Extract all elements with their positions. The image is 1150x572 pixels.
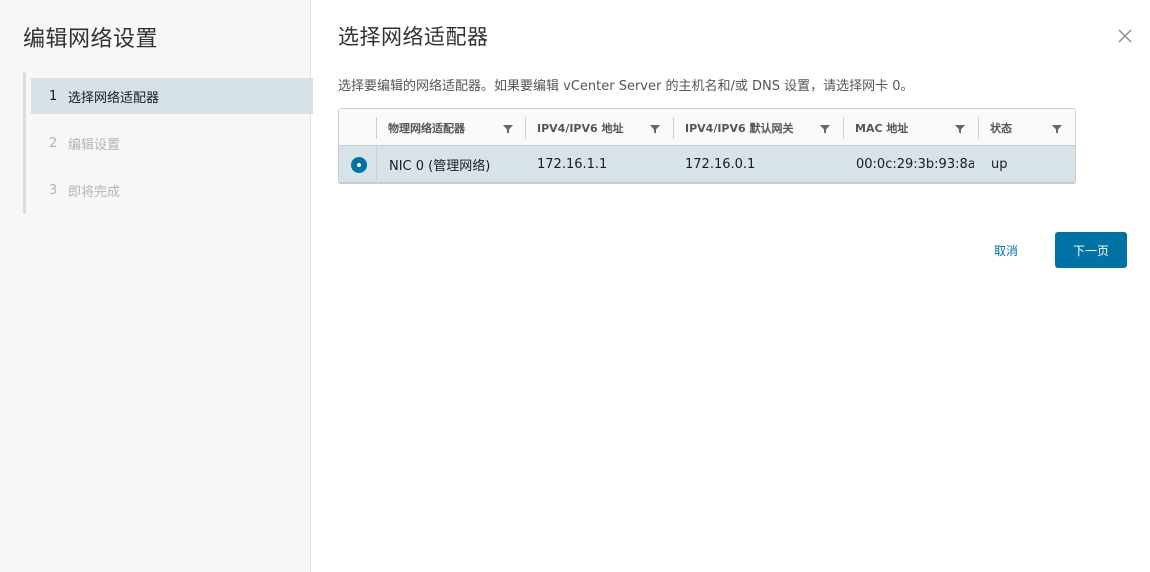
- filter-icon[interactable]: [1052, 124, 1062, 134]
- column-label: 状态: [990, 121, 1012, 135]
- column-header-ip: IPV4/IPV6 地址: [525, 109, 673, 146]
- cell-gateway: 172.16.0.1: [685, 157, 756, 172]
- next-button[interactable]: 下一页: [1055, 232, 1127, 268]
- step-edit-settings: 2 编辑设置: [31, 125, 313, 161]
- step-number: 2: [49, 135, 58, 151]
- column-header-gateway: IPV4/IPV6 默认网关: [673, 109, 843, 146]
- step-ready-to-complete: 3 即将完成: [31, 172, 313, 208]
- cell-mac: 00:0c:29:3b:93:8a: [856, 157, 974, 172]
- radio-selected-icon[interactable]: [351, 157, 367, 173]
- column-header-adapter: 物理网络适配器: [376, 109, 525, 146]
- page-title: 选择网络适配器: [338, 25, 489, 49]
- step-label: 即将完成: [68, 184, 121, 200]
- filter-icon[interactable]: [820, 124, 830, 134]
- page-description: 选择要编辑的网络适配器。如果要编辑 vCenter Server 的主机名和/或…: [338, 79, 914, 94]
- adapter-table: 物理网络适配器 IPV4/IPV6 地址 IPV4/IPV6 默认网关 MAC …: [338, 108, 1076, 184]
- cell-ip: 172.16.1.1: [537, 157, 608, 172]
- filter-icon[interactable]: [955, 124, 965, 134]
- column-label: IPV4/IPV6 地址: [537, 121, 624, 135]
- column-header-status: 状态: [978, 109, 1075, 146]
- step-label: 选择网络适配器: [68, 90, 160, 106]
- cell-status: up: [991, 157, 1008, 172]
- column-label: IPV4/IPV6 默认网关: [685, 121, 794, 135]
- filter-icon[interactable]: [650, 124, 660, 134]
- cancel-button[interactable]: 取消: [980, 232, 1032, 268]
- wizard-steps: 1 选择网络适配器 2 编辑设置 3 即将完成: [23, 72, 313, 214]
- filter-icon[interactable]: [503, 124, 513, 134]
- table-header: 物理网络适配器 IPV4/IPV6 地址 IPV4/IPV6 默认网关 MAC …: [339, 109, 1075, 146]
- wizard-sidebar: 编辑网络设置 1 选择网络适配器 2 编辑设置 3 即将完成: [0, 0, 313, 572]
- step-number: 1: [49, 88, 58, 104]
- column-label: MAC 地址: [855, 121, 909, 135]
- wizard-title: 编辑网络设置: [23, 27, 159, 52]
- step-label: 编辑设置: [68, 137, 121, 153]
- cell-adapter: NIC 0 (管理网络): [389, 159, 491, 174]
- column-label: 物理网络适配器: [388, 121, 465, 135]
- table-row[interactable]: NIC 0 (管理网络) 172.16.1.1 172.16.0.1 00:0c…: [339, 146, 1075, 183]
- step-number: 3: [49, 182, 58, 198]
- close-icon[interactable]: [1117, 28, 1133, 44]
- step-select-adapter[interactable]: 1 选择网络适配器: [31, 78, 313, 114]
- column-header-mac: MAC 地址: [843, 109, 978, 146]
